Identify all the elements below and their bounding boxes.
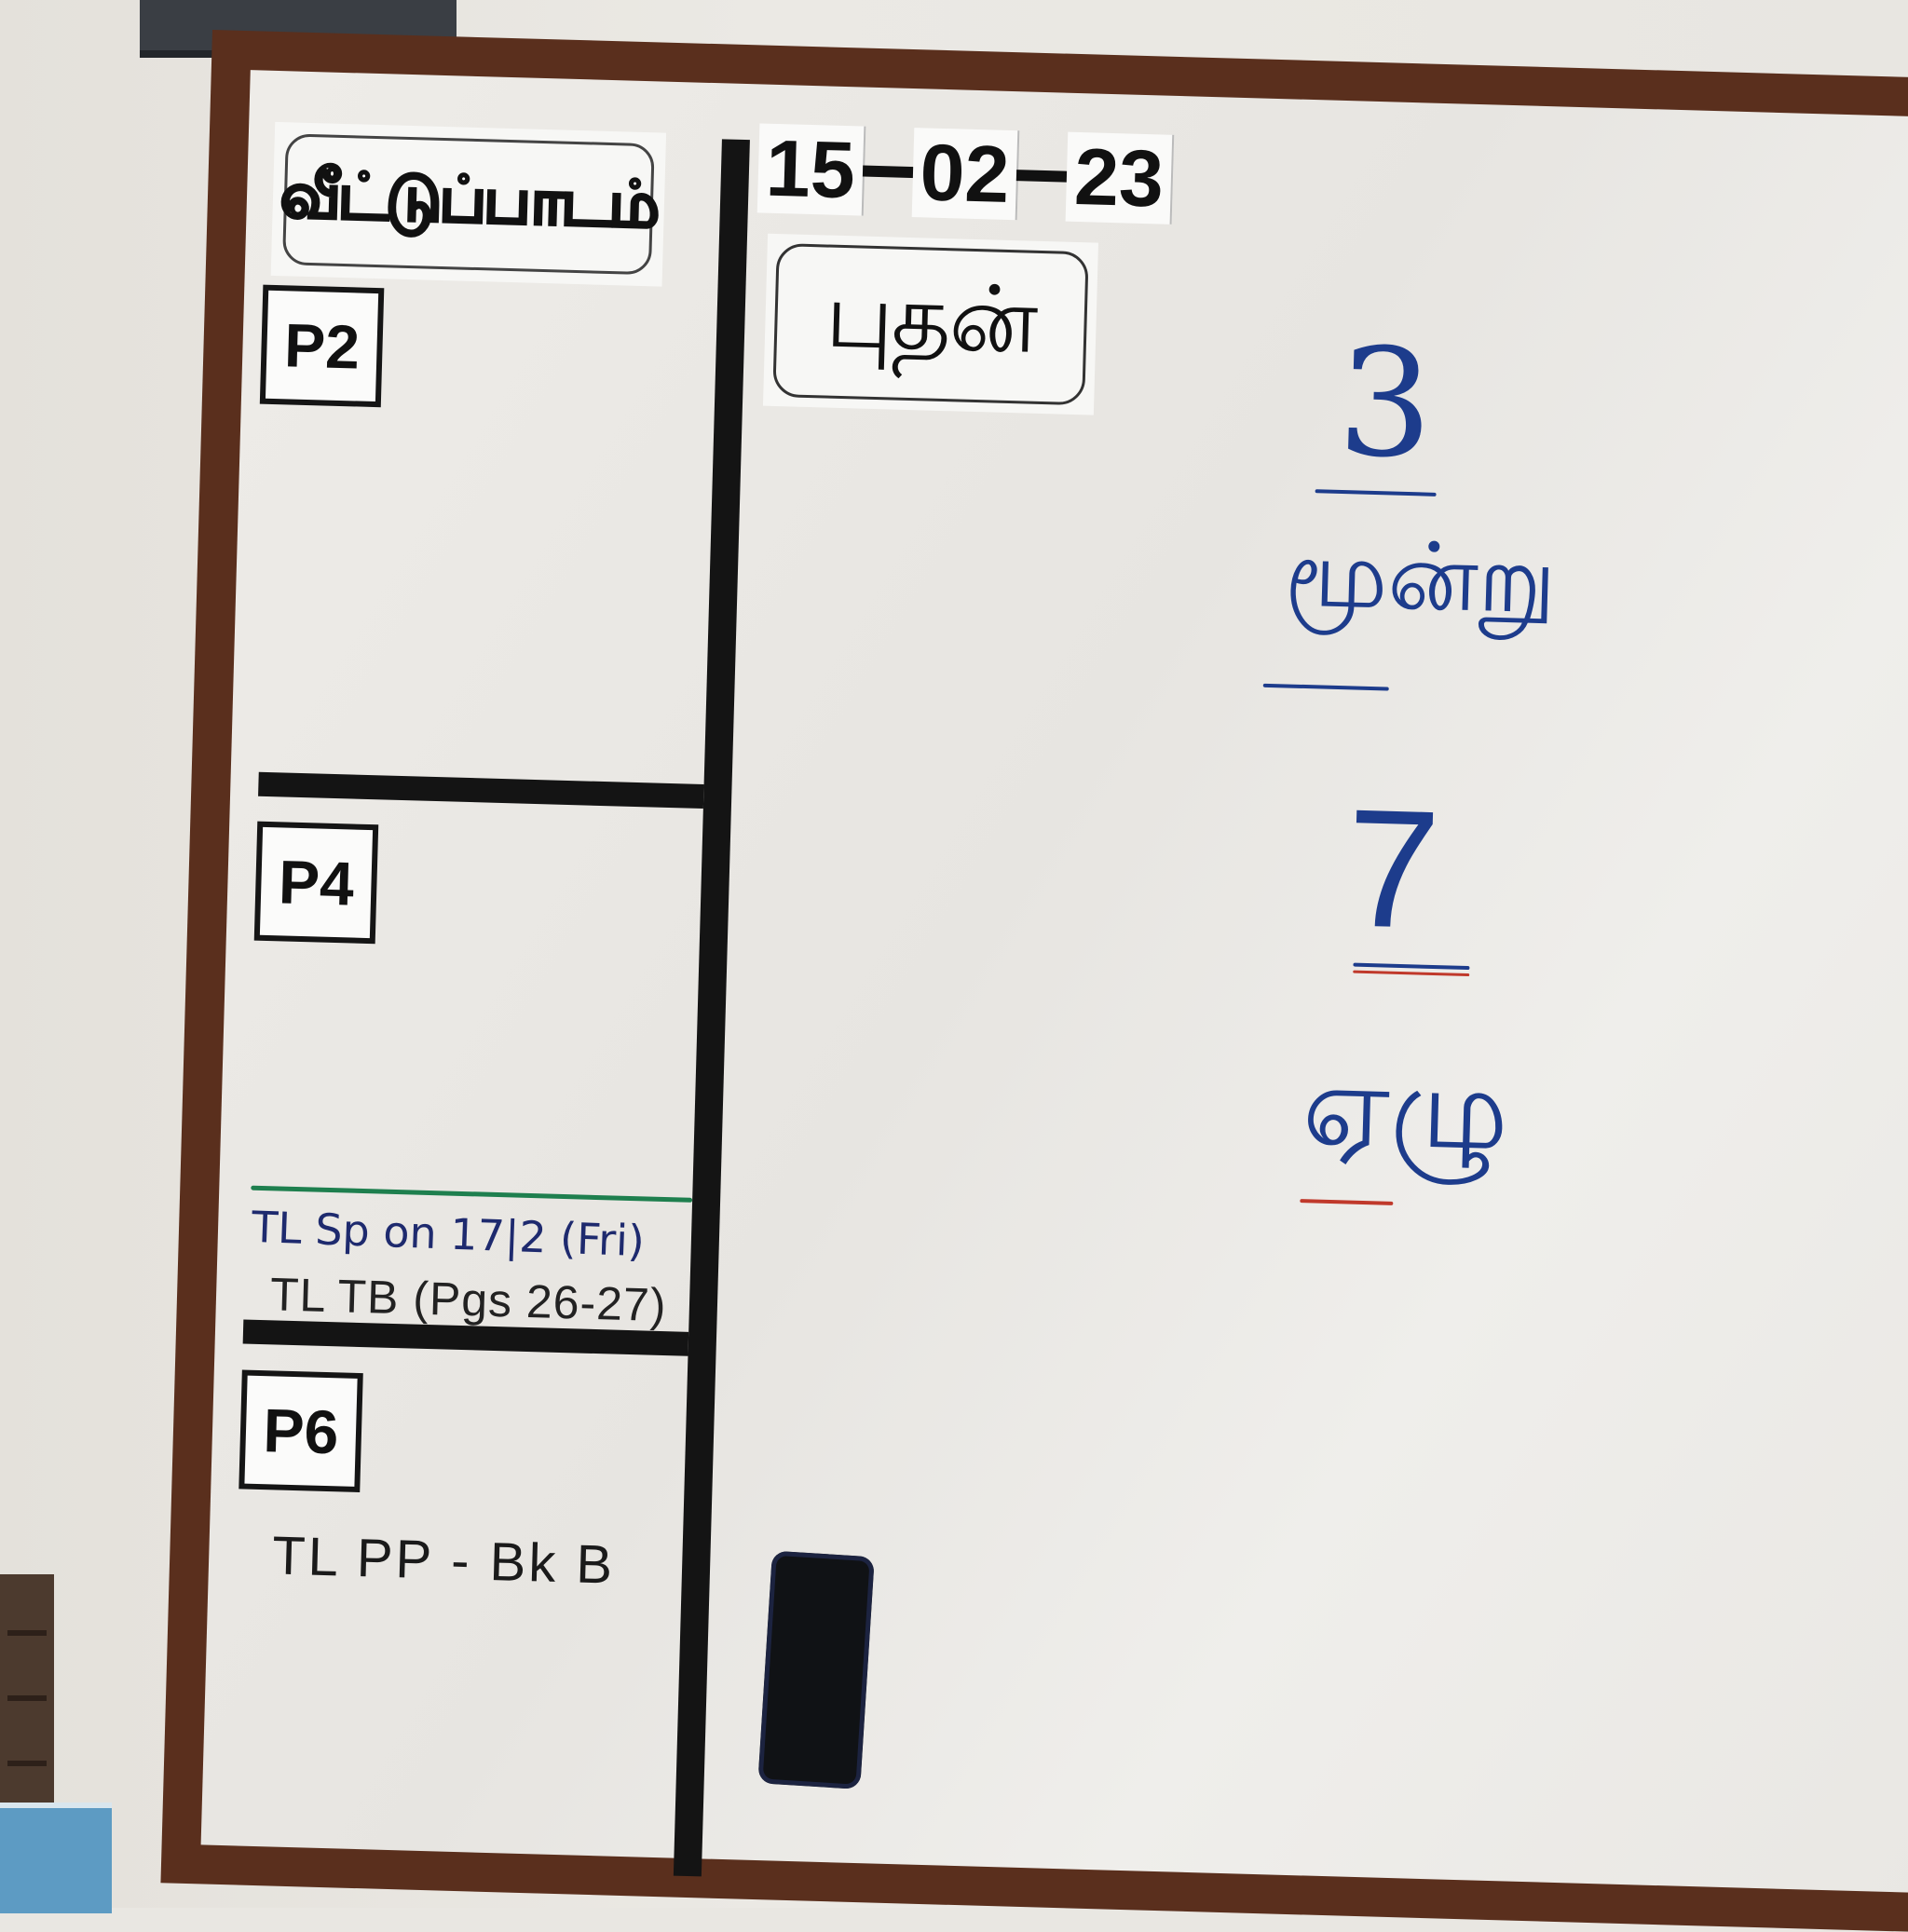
lesson-number-three: 3 — [1335, 314, 1436, 492]
wooden-crate — [0, 1574, 54, 1816]
p4-note-line-1: TL Sp on 17|2 (Fri) — [251, 1201, 646, 1267]
green-marker-line — [251, 1185, 693, 1203]
whiteboard-frame: வீட்டுப்பாடம் 15 02 23 புதன் P2 P4 P6 TL… — [160, 30, 1908, 1932]
lesson-word-moondru: மூன்று — [1283, 518, 1559, 635]
section-label-p2: P2 — [259, 284, 385, 408]
date-display: 15 02 23 — [756, 121, 1175, 225]
lesson-word-ezhu: ஏழு — [1301, 1041, 1511, 1177]
whiteboard-eraser[interactable] — [757, 1550, 875, 1789]
p6-note: TL PP - Bk B — [271, 1525, 617, 1596]
blue-box — [0, 1803, 112, 1913]
red-underline — [1300, 1199, 1394, 1205]
whiteboard: வீட்டுப்பாடம் 15 02 23 புதன் P2 P4 P6 TL… — [200, 70, 1908, 1894]
section-label-p6: P6 — [238, 1369, 363, 1493]
red-underline — [1353, 970, 1470, 977]
lesson-number-seven: 7 — [1343, 774, 1443, 965]
underline — [1353, 962, 1470, 971]
underline — [1262, 683, 1389, 691]
date-separator — [1016, 170, 1070, 183]
date-month: 02 — [911, 128, 1020, 221]
section-divider-tape — [258, 771, 704, 810]
p4-note-line-2: TL TB (Pgs 26-27) — [269, 1268, 668, 1332]
section-label-p4: P4 — [253, 821, 379, 945]
date-year: 23 — [1065, 131, 1175, 224]
date-separator — [862, 165, 915, 179]
homework-title-card: வீட்டுப்பாடம் — [270, 121, 667, 287]
homework-title: வீட்டுப்பாடம் — [278, 156, 660, 243]
weekday-card: புதன் — [762, 233, 1098, 415]
vertical-divider-tape — [673, 139, 750, 1877]
date-day: 15 — [756, 123, 866, 216]
weekday-label: புதன் — [824, 262, 1038, 374]
